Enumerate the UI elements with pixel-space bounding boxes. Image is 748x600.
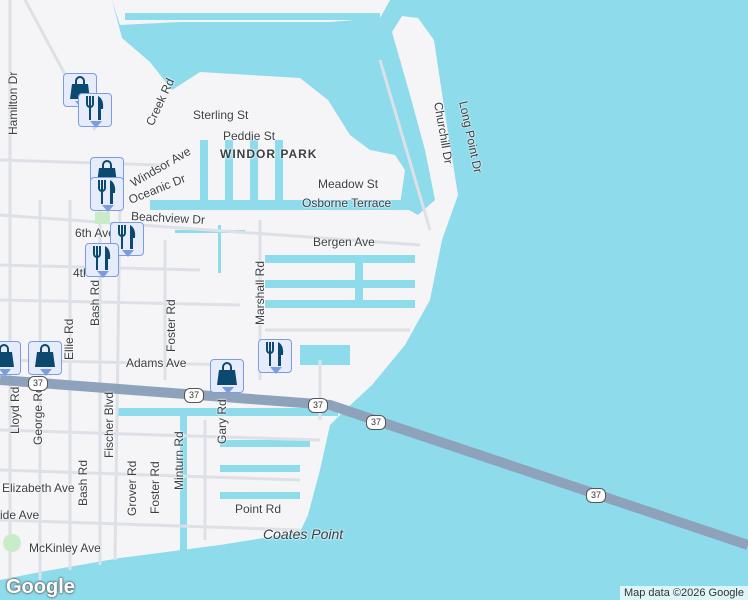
google-logo: Google bbox=[6, 576, 75, 598]
road-label: Elizabeth Ave bbox=[2, 481, 75, 495]
road-label: Lloyd Rd bbox=[8, 386, 22, 434]
restaurant-marker[interactable] bbox=[258, 339, 292, 374]
shopping-marker[interactable] bbox=[28, 341, 62, 376]
map-canvas[interactable] bbox=[0, 0, 748, 600]
shopping-marker[interactable] bbox=[0, 341, 21, 376]
park-circle bbox=[3, 534, 21, 552]
restaurant-marker[interactable] bbox=[90, 177, 124, 212]
route-shield: 37 bbox=[184, 388, 204, 403]
road-label: George Rd bbox=[31, 386, 45, 445]
fork-knife-icon bbox=[264, 341, 286, 372]
map-attribution[interactable]: Map data ©2026 Google bbox=[619, 586, 748, 600]
road-label: 6th Ave bbox=[75, 226, 115, 240]
shopping-bag-icon bbox=[34, 343, 56, 373]
road-label: Grover Rd bbox=[125, 460, 139, 516]
shopping-bag-icon bbox=[0, 343, 15, 373]
road-label: Bergen Ave bbox=[313, 235, 375, 249]
road-label: ide Ave bbox=[0, 508, 40, 522]
road-label: Bash Rd bbox=[88, 279, 102, 326]
fork-knife-icon bbox=[116, 224, 138, 255]
route-shield: 37 bbox=[308, 398, 328, 413]
place-label: Coates Point bbox=[263, 526, 344, 542]
road-label: Sterling St bbox=[193, 108, 249, 122]
road-label: Fischer Blvd bbox=[102, 391, 116, 458]
shopping-marker[interactable] bbox=[210, 359, 244, 394]
restaurant-marker[interactable] bbox=[85, 243, 119, 278]
road-label: Point Rd bbox=[235, 502, 282, 516]
road-label: Meadow St bbox=[318, 177, 379, 191]
road-label: Peddie St bbox=[223, 129, 276, 143]
road-label: Foster Rd bbox=[164, 299, 178, 352]
shopping-bag-icon bbox=[216, 361, 238, 391]
road-label: Adams Ave bbox=[126, 356, 187, 370]
road-label: Hamilton Dr bbox=[6, 71, 20, 135]
road-label: Marshall Rd bbox=[253, 260, 267, 325]
road-label: Bash Rd bbox=[76, 459, 90, 506]
fork-knife-icon bbox=[84, 95, 106, 126]
road-label: Osborne Terrace bbox=[302, 196, 392, 210]
road-label: Gary Rd bbox=[215, 399, 229, 444]
road-label: Minturn Rd bbox=[172, 431, 186, 490]
road-label: Ellie Rd bbox=[62, 318, 76, 360]
neighborhood-label: WINDOR PARK bbox=[220, 147, 318, 161]
fork-knife-icon bbox=[96, 179, 118, 210]
road-label: Foster Rd bbox=[148, 461, 162, 514]
route-shield: 37 bbox=[586, 488, 606, 503]
route-shield: 37 bbox=[366, 415, 386, 430]
fork-knife-icon bbox=[91, 245, 113, 276]
restaurant-marker[interactable] bbox=[78, 93, 112, 128]
road-label: McKinley Ave bbox=[29, 541, 101, 555]
